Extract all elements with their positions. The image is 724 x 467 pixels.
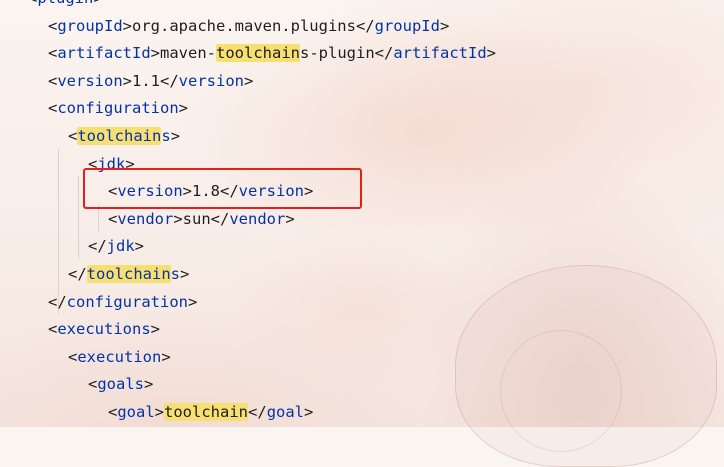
code-text: s-plugin</ xyxy=(300,44,394,63)
code-line[interactable]: <executions> xyxy=(48,318,160,340)
code-text: >maven- xyxy=(150,44,216,63)
code-text: > xyxy=(188,292,198,311)
code-text: > xyxy=(244,71,254,90)
code-text: > xyxy=(178,99,189,118)
code-text: > xyxy=(439,16,450,35)
code-line[interactable]: </toolchains> xyxy=(68,263,189,285)
xml-tag-name: vendor xyxy=(229,209,286,228)
code-text: > xyxy=(486,44,496,63)
code-text: </ xyxy=(48,292,67,311)
code-line[interactable]: <configuration> xyxy=(48,97,188,119)
code-text: < xyxy=(108,209,118,228)
search-highlight: toolchain xyxy=(164,403,249,421)
code-text: > xyxy=(285,209,295,228)
xml-tag-name: goal xyxy=(266,403,305,421)
code-text: > xyxy=(161,347,171,366)
search-highlight: toolchain xyxy=(216,44,300,63)
indent-guide xyxy=(58,148,59,315)
code-line[interactable]: <execution> xyxy=(68,346,171,368)
code-text: < xyxy=(48,44,58,63)
code-text: < xyxy=(68,347,78,366)
code-text: > xyxy=(134,237,145,256)
xml-tag-name: artifactId xyxy=(393,44,487,63)
xml-tag-name: groupId xyxy=(374,16,440,35)
code-text: < xyxy=(48,16,58,35)
code-text: < xyxy=(108,403,118,421)
xml-tag-name: jdk xyxy=(106,237,135,256)
code-text: > xyxy=(180,265,190,283)
xml-tag-name: plugin xyxy=(37,0,93,7)
code-text: < xyxy=(48,320,58,339)
code-text: < xyxy=(28,0,37,7)
code-text: >1.1</ xyxy=(122,71,179,90)
xml-tag-name: executions xyxy=(57,320,151,339)
code-line[interactable]: <goals> xyxy=(88,373,153,395)
code-text: < xyxy=(48,99,58,118)
highlight-box xyxy=(83,168,362,209)
code-text: >sun</ xyxy=(173,209,230,228)
xml-tag-name: version xyxy=(57,71,123,90)
code-line[interactable]: <toolchains> xyxy=(68,125,180,147)
xml-tag-name: goal xyxy=(117,403,155,421)
code-line[interactable]: </jdk> xyxy=(88,235,144,257)
xml-tag-name: configuration xyxy=(57,99,179,118)
xml-tag-name: version xyxy=(178,71,244,90)
indent-guide xyxy=(78,176,79,259)
code-line[interactable]: <goal>toolchain</goal> xyxy=(108,401,313,423)
code-text: </ xyxy=(68,265,87,283)
code-text: </ xyxy=(88,237,107,256)
xml-tag-name: execution xyxy=(77,347,162,366)
code-text: > xyxy=(154,403,165,421)
code-text: < xyxy=(68,127,78,145)
code-line[interactable]: <vendor>sun</vendor> xyxy=(108,208,295,230)
code-line[interactable]: </configuration> xyxy=(48,291,197,313)
code-editor[interactable]: <plugin><groupId>org.apache.maven.plugin… xyxy=(0,0,724,427)
code-text: < xyxy=(88,375,98,394)
code-line[interactable]: <groupId>org.apache.maven.plugins</group… xyxy=(48,15,449,37)
code-text: < xyxy=(48,71,58,90)
xml-tag-name: s xyxy=(170,265,181,283)
code-text: > xyxy=(144,375,154,394)
search-highlight: toolchain xyxy=(86,265,171,283)
code-text: > xyxy=(170,127,181,145)
code-text: >org.apache.maven.plugins</ xyxy=(122,16,375,35)
xml-tag-name: goals xyxy=(97,375,145,394)
search-highlight: toolchain xyxy=(77,127,162,145)
code-text: > xyxy=(304,403,314,421)
xml-tag-name: s xyxy=(161,127,171,145)
xml-tag-name: groupId xyxy=(57,16,123,35)
code-line[interactable]: <plugin> xyxy=(28,0,103,9)
code-text: > xyxy=(150,320,161,339)
xml-tag-name: vendor xyxy=(117,209,174,228)
xml-tag-name: artifactId xyxy=(57,44,151,63)
code-line[interactable]: <artifactId>maven-toolchains-plugin</art… xyxy=(48,42,496,64)
code-line[interactable]: <version>1.1</version> xyxy=(48,70,253,92)
code-text: > xyxy=(93,0,102,7)
xml-tag-name: configuration xyxy=(66,292,188,311)
code-text: </ xyxy=(248,403,267,421)
